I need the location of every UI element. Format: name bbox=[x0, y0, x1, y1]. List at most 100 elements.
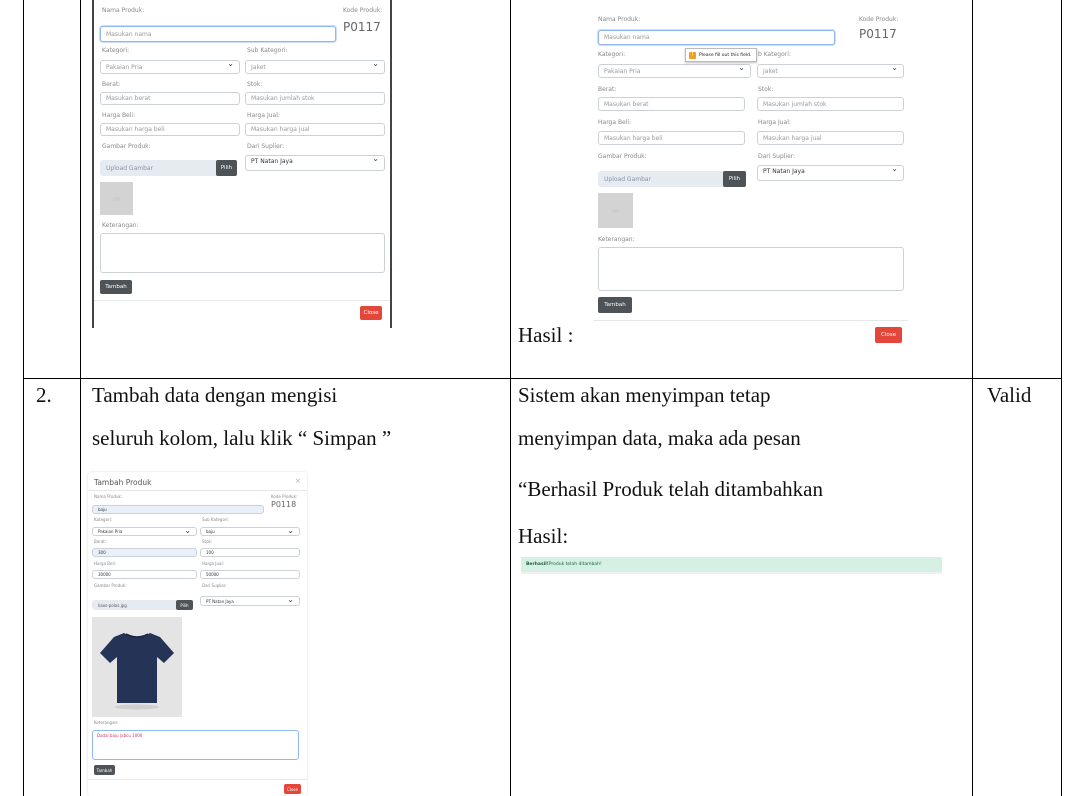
harga-beli-label: Harga Beli: bbox=[598, 119, 632, 126]
nama-produk-label: Nama Produk: bbox=[94, 494, 123, 499]
product-image-placeholder: ○○ bbox=[100, 182, 133, 215]
berat-label: Berat: bbox=[598, 86, 617, 93]
kode-produk-label: Kode Produk: bbox=[859, 16, 899, 23]
pilih-button[interactable]: Pilih bbox=[723, 171, 746, 187]
nama-produk-input[interactable]: baju bbox=[92, 505, 264, 514]
table-row-divider bbox=[23, 378, 1062, 379]
conclusion-valid: Valid bbox=[987, 383, 1032, 407]
dari-suplier-label: Dari Suplier: bbox=[758, 153, 796, 160]
tambah-button[interactable]: Tambah bbox=[100, 280, 132, 294]
upload-gambar-field[interactable]: Upload Gambar bbox=[100, 160, 220, 176]
keterangan-textarea[interactable] bbox=[100, 233, 385, 273]
kategori-label: Kategori: bbox=[94, 517, 113, 522]
close-button[interactable]: Close bbox=[284, 784, 301, 794]
harga-beli-input[interactable]: Masukan harga beli bbox=[100, 123, 240, 136]
table-col-divider-1 bbox=[80, 0, 81, 796]
sub-kategori-label: Sub Kategori: bbox=[247, 47, 288, 54]
modal-close-x[interactable]: × bbox=[295, 477, 301, 485]
row-number: 2. bbox=[36, 383, 52, 407]
kode-produk-label: Kode Produk: bbox=[343, 7, 383, 14]
modal-footer-divider bbox=[94, 300, 390, 301]
stok-label: Stok: bbox=[202, 539, 213, 544]
pilih-button[interactable]: Pilih bbox=[176, 600, 193, 610]
success-alert: Berhasil! Produk telah ditambah! bbox=[521, 557, 942, 574]
upload-gambar-field[interactable]: Upload Gambar bbox=[598, 171, 730, 187]
keterangan-textarea[interactable] bbox=[598, 247, 904, 291]
harga-jual-input[interactable]: Masukan harga jual bbox=[245, 123, 385, 136]
kode-produk-label: Kode Produk: bbox=[271, 494, 298, 499]
expected-line-3: “Berhasil Produk telah ditambahkan bbox=[518, 477, 824, 501]
stok-input[interactable]: Masukan jumlah stok bbox=[245, 92, 385, 105]
harga-jual-input[interactable]: 50000 bbox=[200, 570, 300, 579]
harga-beli-input[interactable]: Masukan harga beli bbox=[598, 131, 745, 145]
sub-kategori-select[interactable]: Jaket bbox=[757, 64, 904, 78]
stok-input[interactable]: 100 bbox=[200, 548, 300, 557]
sub-kategori-select[interactable]: baju bbox=[200, 527, 300, 536]
harga-jual-label: Harga Jual: bbox=[247, 112, 280, 119]
suplier-select[interactable]: PT Natan Jaya bbox=[200, 596, 300, 606]
kategori-label: Kategori: bbox=[598, 51, 626, 58]
table-col-divider-3 bbox=[972, 0, 973, 796]
kategori-select[interactable]: Pakaian Pria bbox=[100, 60, 240, 74]
dari-suplier-label: Dari Suplier: bbox=[247, 143, 285, 150]
modal-footer-divider bbox=[593, 320, 908, 321]
gambar-produk-label: Gambar Produk: bbox=[94, 583, 127, 588]
harga-jual-label: Harga Jual: bbox=[202, 561, 224, 566]
berat-input[interactable]: Masukan berat bbox=[598, 97, 745, 111]
product-image-placeholder: ○○ bbox=[598, 193, 633, 228]
keterangan-textarea[interactable]: Dadal baju |abcu 1000 bbox=[92, 730, 299, 760]
top-right-form-screenshot: Nama Produk: Masukan nama Kode Produk: P… bbox=[593, 0, 908, 345]
validation-tooltip: ! Please fill out this field. bbox=[685, 48, 757, 62]
tambah-button[interactable]: Tambah bbox=[598, 297, 632, 313]
nama-produk-label: Nama Produk: bbox=[102, 7, 145, 14]
tambah-button[interactable]: Tambah bbox=[94, 765, 115, 775]
nama-produk-input[interactable]: Masukan nama bbox=[598, 30, 835, 45]
close-button[interactable]: Close bbox=[875, 327, 902, 343]
kategori-select[interactable]: Pakaian Pria bbox=[598, 64, 751, 78]
kategori-select[interactable]: Pakaian Pria bbox=[92, 527, 197, 536]
expected-line-1: Sistem akan menyimpan tetap bbox=[518, 383, 771, 407]
modal-header-divider bbox=[88, 490, 307, 491]
keterangan-label: Keterangan: bbox=[598, 236, 635, 243]
pilih-button[interactable]: Pilih bbox=[216, 160, 237, 176]
modal-footer-divider bbox=[88, 779, 307, 780]
file-field[interactable]: kaos-polos.jpg bbox=[92, 600, 178, 610]
kode-produk-value: P0117 bbox=[343, 20, 381, 34]
tshirt-icon bbox=[100, 633, 174, 710]
nama-produk-input[interactable]: Masukan nama bbox=[100, 26, 336, 42]
suplier-select[interactable]: PT Natan Jaya bbox=[245, 155, 385, 171]
tooltip-text: Please fill out this field. bbox=[699, 52, 752, 58]
scenario-line-2: seluruh kolom, lalu klik “ Simpan ” bbox=[92, 426, 392, 450]
harga-jual-input[interactable]: Masukan harga jual bbox=[757, 131, 904, 145]
product-image bbox=[92, 617, 182, 717]
gambar-produk-label: Gambar Produk: bbox=[102, 143, 151, 150]
stok-input[interactable]: Masukan jumlah stok bbox=[757, 97, 904, 111]
hasil-label-bottom: Hasil: bbox=[518, 524, 569, 548]
harga-jual-label: Harga Jual: bbox=[758, 119, 791, 126]
hasil-label-top: Hasil : bbox=[518, 323, 574, 347]
suplier-select[interactable]: PT Natan Jaya bbox=[757, 165, 904, 181]
expected-line-2: menyimpan data, maka ada pesan bbox=[518, 426, 801, 450]
alert-text: Produk telah ditambah! bbox=[548, 562, 602, 567]
nama-produk-label: Nama Produk: bbox=[598, 16, 641, 23]
dari-suplier-label: Dari Suplier: bbox=[202, 583, 227, 588]
berat-label: Berat: bbox=[102, 81, 121, 88]
table-right-border bbox=[1061, 0, 1062, 796]
warning-icon: ! bbox=[689, 51, 696, 59]
harga-beli-input[interactable]: 30000 bbox=[92, 570, 197, 579]
keterangan-value: Dadal baju |abcu 1000 bbox=[97, 733, 143, 738]
sub-kategori-select[interactable]: Jaket bbox=[245, 60, 385, 74]
alert-bold: Berhasil! bbox=[526, 562, 549, 567]
table-col-divider-2 bbox=[510, 0, 511, 796]
table-left-border bbox=[23, 0, 24, 796]
stok-label: Stok: bbox=[758, 86, 774, 93]
gambar-produk-label: Gambar Produk: bbox=[598, 153, 647, 160]
stok-label: Stok: bbox=[247, 81, 263, 88]
modal-title: Tambah Produk bbox=[94, 478, 152, 487]
keterangan-label: Keterangan: bbox=[94, 720, 119, 725]
top-left-form-screenshot: Nama Produk: Masukan nama Kode Produk: P… bbox=[92, 0, 392, 328]
berat-input[interactable]: 300 bbox=[92, 548, 197, 557]
berat-input[interactable]: Masukan berat bbox=[100, 92, 240, 105]
close-button[interactable]: Close bbox=[360, 306, 382, 320]
bottom-form-screenshot: Tambah Produk × Nama Produk: baju Kode P… bbox=[88, 472, 307, 796]
